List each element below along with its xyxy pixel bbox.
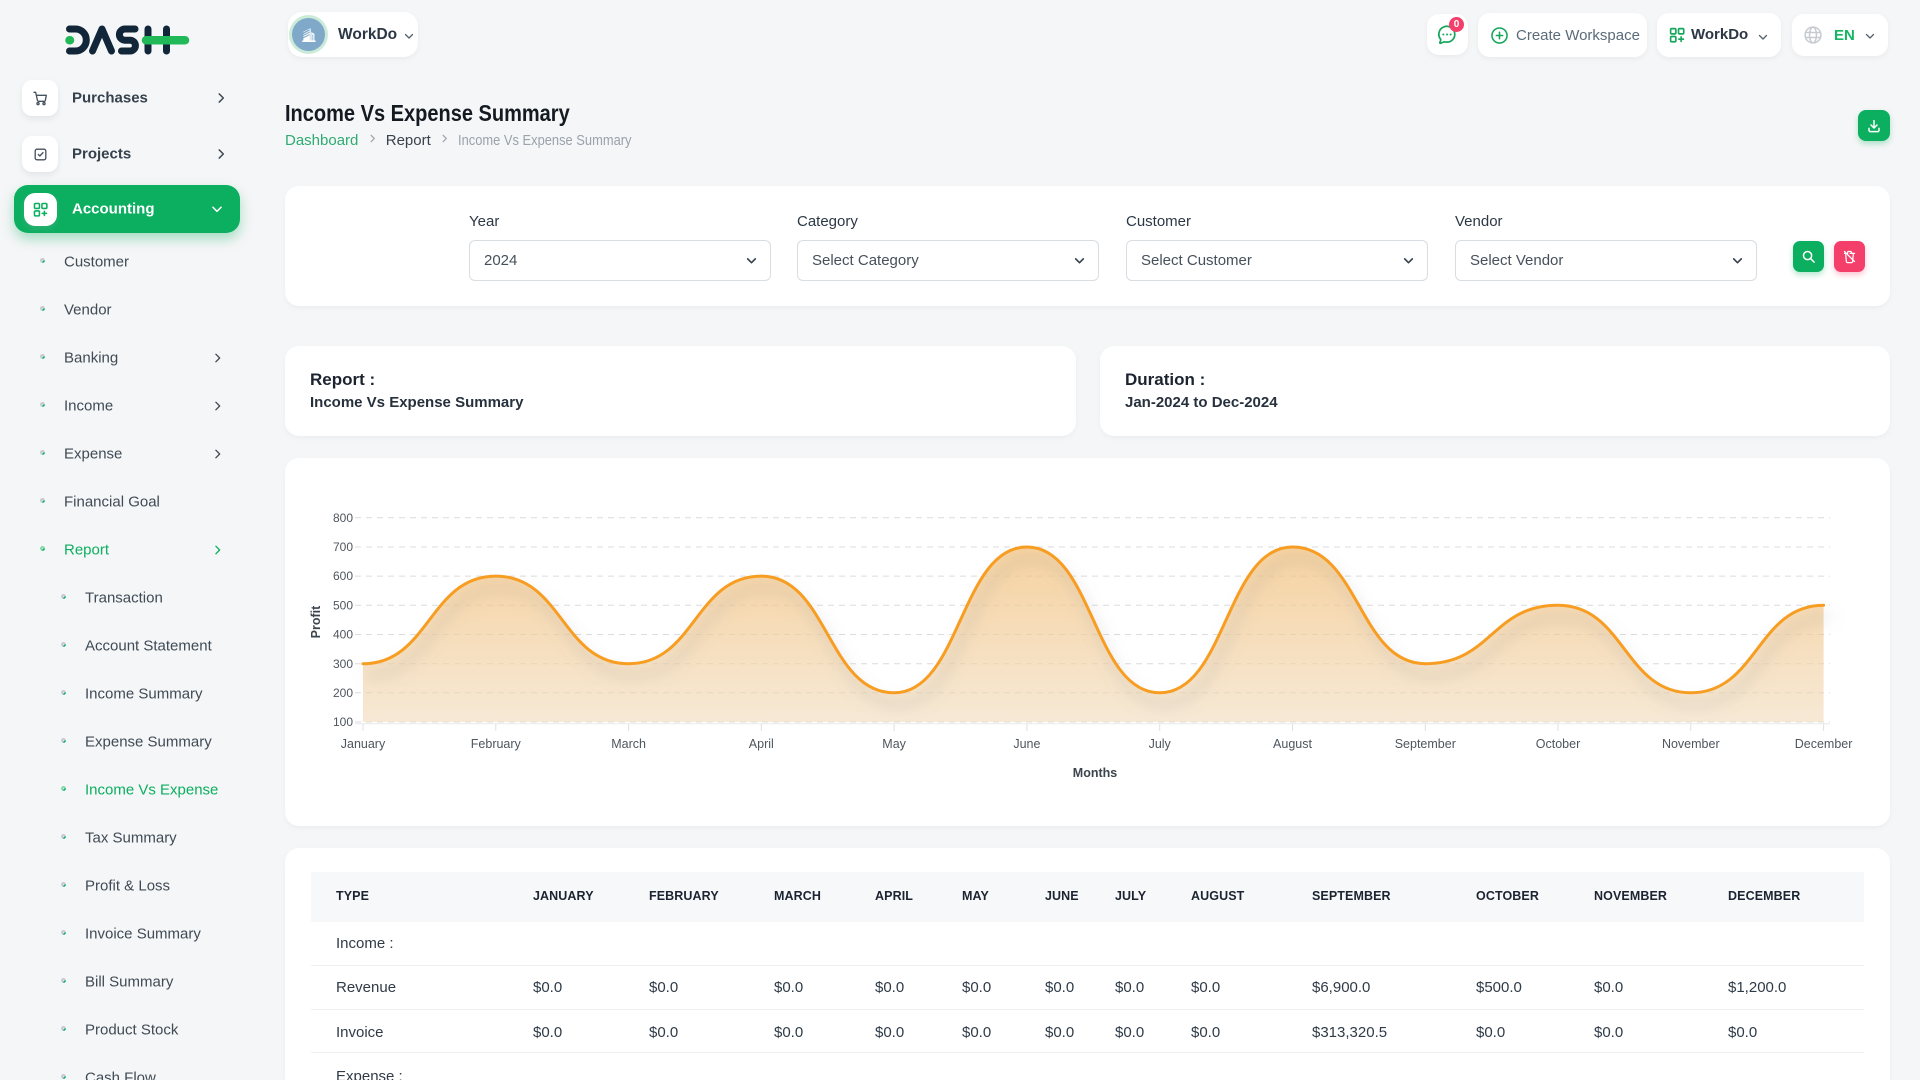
svg-text:August: August	[1273, 737, 1312, 751]
svg-text:May: May	[882, 737, 906, 751]
svg-text:200: 200	[333, 686, 353, 700]
svg-text:April: April	[749, 737, 774, 751]
svg-text:700: 700	[333, 540, 353, 554]
svg-text:400: 400	[333, 628, 353, 642]
svg-text:November: November	[1662, 737, 1720, 751]
svg-text:March: March	[611, 737, 646, 751]
svg-text:800: 800	[333, 511, 353, 525]
svg-text:Profit: Profit	[309, 605, 323, 638]
svg-text:December: December	[1795, 737, 1853, 751]
svg-text:February: February	[471, 737, 522, 751]
svg-text:October: October	[1536, 737, 1580, 751]
svg-text:500: 500	[333, 599, 353, 613]
svg-text:June: June	[1013, 737, 1040, 751]
svg-text:Months: Months	[1073, 766, 1117, 780]
svg-text:July: July	[1149, 737, 1172, 751]
svg-text:100: 100	[333, 715, 353, 729]
svg-text:300: 300	[333, 657, 353, 671]
svg-text:January: January	[341, 737, 386, 751]
svg-text:600: 600	[333, 569, 353, 583]
svg-text:September: September	[1395, 737, 1456, 751]
